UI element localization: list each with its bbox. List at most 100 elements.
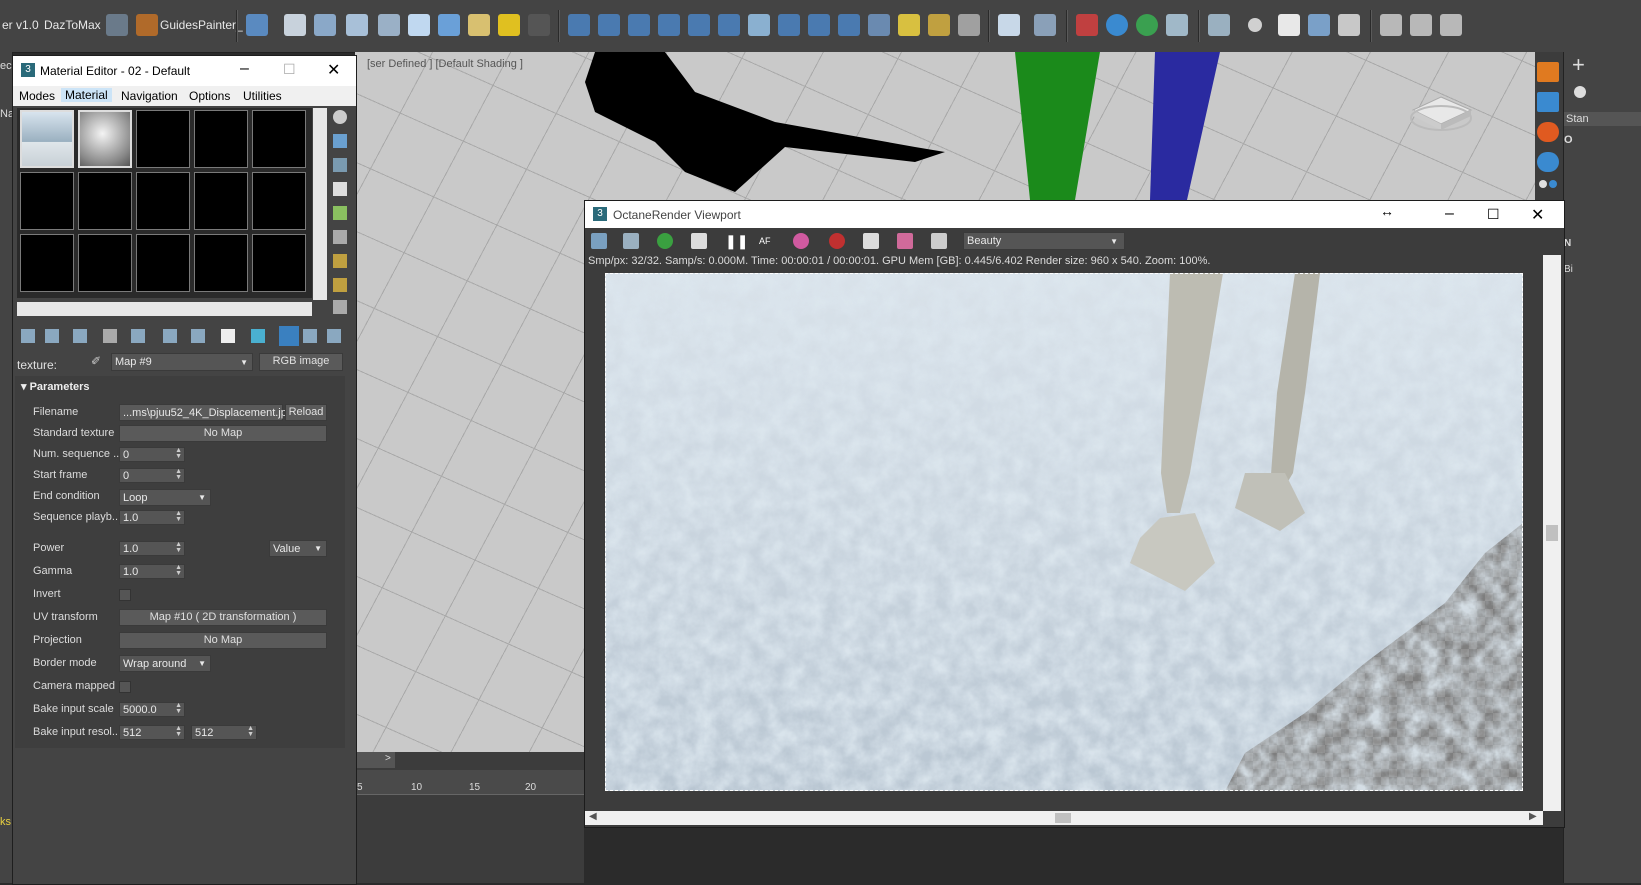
- show-shaded-icon[interactable]: [221, 329, 235, 343]
- background-icon[interactable]: [333, 158, 347, 172]
- camera-mapped-checkbox[interactable]: [119, 681, 131, 693]
- spinner-arrows-icon[interactable]: ▲ ▼: [175, 725, 182, 738]
- sample-slot[interactable]: [136, 234, 190, 292]
- map-name-field[interactable]: Map #9 ▼: [111, 353, 253, 371]
- filename-button[interactable]: ...ms\pjuu52_4K_Displacement.jpg: [119, 404, 293, 421]
- sample-slot[interactable]: [194, 110, 248, 168]
- film-region-icon[interactable]: [863, 233, 879, 249]
- scrollbar-thumb[interactable]: [1055, 813, 1071, 823]
- water-icon[interactable]: [1537, 152, 1559, 172]
- toolbar-tool-icon[interactable]: [748, 14, 770, 36]
- toolbar-tool-icon[interactable]: [498, 14, 520, 36]
- toolbar-tool-icon[interactable]: [1410, 14, 1432, 36]
- sequence-playback-spinner[interactable]: 1.0 ▲ ▼: [119, 510, 185, 525]
- assign-material-icon[interactable]: [73, 329, 87, 343]
- guidespainter-button[interactable]: GuidesPainter_: [160, 18, 243, 32]
- dot-icon[interactable]: [1539, 180, 1547, 188]
- material-editor-titlebar[interactable]: 3 Material Editor - 02 - Default – ☐ ✕: [13, 56, 356, 86]
- spinner-arrows-icon[interactable]: ▲ ▼: [175, 702, 182, 715]
- modify-icon[interactable]: [1537, 92, 1559, 112]
- guidespainter-icon[interactable]: [136, 14, 158, 36]
- get-material-icon[interactable]: [21, 329, 35, 343]
- toolbar-tool-icon[interactable]: [838, 14, 860, 36]
- time-slider-next[interactable]: >: [385, 753, 391, 764]
- spinner-arrows-icon[interactable]: ▲ ▼: [247, 725, 254, 738]
- globe-icon[interactable]: [1136, 14, 1158, 36]
- trash-icon[interactable]: [103, 329, 117, 343]
- select-by-material-icon[interactable]: [333, 254, 347, 268]
- eyedropper-icon[interactable]: ✐: [91, 354, 105, 368]
- sample-slot[interactable]: [136, 110, 190, 168]
- toolbar-tool-icon[interactable]: [1208, 14, 1230, 36]
- power-mode-dropdown[interactable]: Value ▼: [269, 540, 327, 557]
- autofocus-icon[interactable]: AF: [759, 233, 775, 249]
- send-scene-icon[interactable]: [591, 233, 607, 249]
- toolbar-tool-icon[interactable]: [468, 14, 490, 36]
- wrench-icon[interactable]: [1076, 14, 1098, 36]
- reload-button[interactable]: Reload: [285, 404, 327, 421]
- num-sequence-spinner[interactable]: 0 ▲ ▼: [119, 447, 185, 462]
- sample-slot[interactable]: [20, 172, 74, 230]
- toolbar-tool-icon[interactable]: [868, 14, 890, 36]
- toolbar-tool-icon[interactable]: [688, 14, 710, 36]
- lock-icon[interactable]: [691, 233, 707, 249]
- sample-slot[interactable]: [20, 110, 74, 168]
- start-frame-spinner[interactable]: 0 ▲ ▼: [119, 468, 185, 483]
- sample-slot[interactable]: [252, 172, 306, 230]
- border-mode-dropdown[interactable]: Wrap around ▼: [119, 655, 211, 672]
- pause-icon[interactable]: ❚❚: [725, 233, 748, 249]
- end-condition-dropdown[interactable]: Loop ▼: [119, 489, 211, 506]
- render-horizontal-scrollbar[interactable]: ◀ ▶: [585, 811, 1543, 825]
- close-button[interactable]: ✕: [1531, 205, 1544, 225]
- sample-slot[interactable]: [78, 234, 132, 292]
- toolbar-tool-icon[interactable]: [998, 14, 1020, 36]
- toolbar-tool-icon[interactable]: [284, 14, 306, 36]
- plugin-version-label[interactable]: er v1.0: [2, 18, 39, 32]
- go-forward-sibling-icon[interactable]: [303, 329, 317, 343]
- spinner-arrows-icon[interactable]: ▲ ▼: [175, 447, 182, 460]
- save-render-icon[interactable]: [623, 233, 639, 249]
- sample-slot[interactable]: [252, 234, 306, 292]
- color-picker-icon[interactable]: [793, 233, 809, 249]
- sample-slot[interactable]: [194, 172, 248, 230]
- menu-modes[interactable]: Modes: [19, 89, 55, 103]
- invert-checkbox[interactable]: [119, 589, 131, 601]
- slots-vertical-scrollbar[interactable]: [313, 108, 327, 300]
- uv-transform-button[interactable]: Map #10 ( 2D transformation ): [119, 609, 327, 626]
- list-icon[interactable]: [333, 300, 347, 314]
- camera-icon[interactable]: [931, 233, 947, 249]
- slots-horizontal-scrollbar[interactable]: [17, 302, 312, 316]
- toolbar-tool-icon[interactable]: [1166, 14, 1188, 36]
- bake-resolution-y-spinner[interactable]: 512 ▲ ▼: [191, 725, 257, 740]
- options-icon[interactable]: [333, 230, 347, 244]
- region-render-icon[interactable]: [829, 233, 845, 249]
- put-to-library-icon[interactable]: [163, 329, 177, 343]
- toolbar-tool-icon[interactable]: [598, 14, 620, 36]
- panel-field[interactable]: Stan: [1564, 112, 1641, 126]
- sample-slot[interactable]: [194, 234, 248, 292]
- go-to-parent-icon[interactable]: [279, 326, 299, 346]
- sample-slot[interactable]: [20, 234, 74, 292]
- standard-texture-button[interactable]: No Map: [119, 425, 327, 442]
- toolbar-tool-icon[interactable]: [314, 14, 336, 36]
- put-to-scene-icon[interactable]: [45, 329, 59, 343]
- bake-scale-spinner[interactable]: 5000.0 ▲ ▼: [119, 702, 185, 717]
- toolbar-tool-icon[interactable]: [528, 14, 550, 36]
- maximize-button[interactable]: ☐: [1487, 206, 1500, 223]
- power-spinner[interactable]: 1.0 ▲ ▼: [119, 541, 185, 556]
- shirt-icon[interactable]: [1278, 14, 1300, 36]
- material-id-icon[interactable]: [191, 329, 205, 343]
- menu-options[interactable]: Options: [189, 89, 230, 103]
- close-button[interactable]: ✕: [327, 60, 340, 80]
- toolbar-tool-icon[interactable]: [378, 14, 400, 36]
- sphere-icon[interactable]: [1248, 18, 1262, 32]
- render-settings-icon[interactable]: [897, 233, 913, 249]
- spinner-arrows-icon[interactable]: ▲ ▼: [175, 564, 182, 577]
- panel-rollout-label[interactable]: O: [1564, 134, 1573, 146]
- render-pass-dropdown[interactable]: Beauty ▼: [963, 232, 1125, 250]
- dot-icon[interactable]: [1549, 180, 1557, 188]
- rollout-title[interactable]: ▾ Parameters: [21, 380, 90, 393]
- sample-slot[interactable]: [252, 110, 306, 168]
- restart-render-icon[interactable]: [657, 233, 673, 249]
- bake-resolution-x-spinner[interactable]: 512 ▲ ▼: [119, 725, 185, 740]
